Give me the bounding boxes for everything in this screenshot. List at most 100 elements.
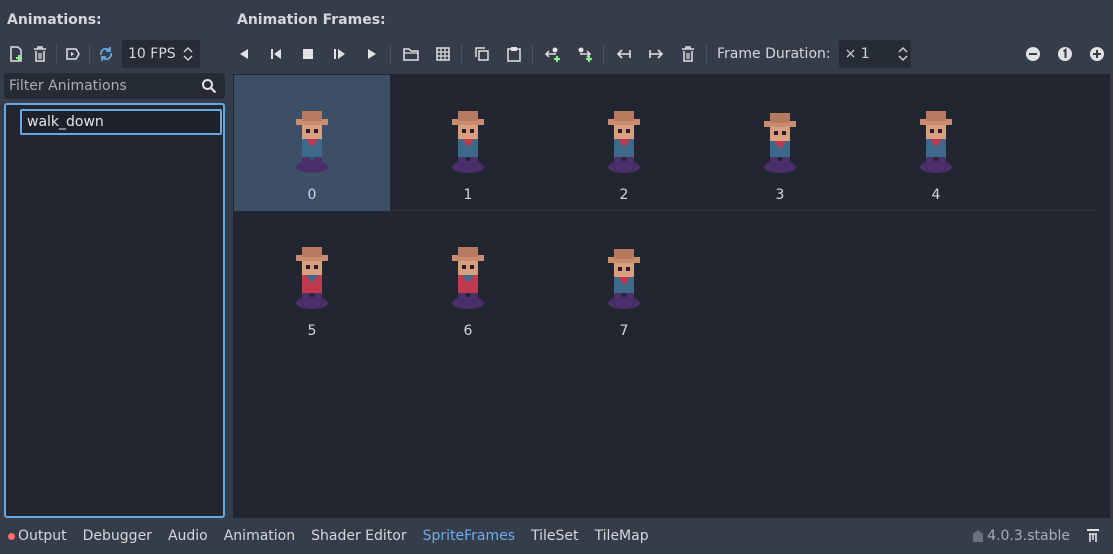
move-frame-left-button[interactable] — [612, 40, 636, 68]
tab-output-label: Output — [18, 528, 67, 544]
zoom-reset-button[interactable] — [1053, 40, 1077, 68]
copy-frame-button[interactable] — [470, 40, 494, 68]
frame-duration-label: Frame Duration: — [717, 46, 831, 62]
frame-index-label: 3 — [775, 187, 785, 203]
version-label[interactable]: 4.0.3.stable — [987, 528, 1070, 544]
toolbar-separator — [56, 44, 57, 64]
sprite-thumbnail-icon — [608, 249, 640, 309]
chevron-up-icon — [898, 46, 908, 53]
play-backwards-icon — [240, 49, 248, 59]
tab-tilemap[interactable]: TileMap — [595, 528, 649, 544]
trash-icon — [34, 46, 46, 62]
toolbar-separator — [89, 44, 90, 64]
toolbar-separator — [390, 44, 391, 64]
sprite-thumbnail-icon — [920, 111, 952, 173]
toolbar-separator — [532, 44, 533, 64]
animation-frames-title: Animation Frames: — [237, 12, 386, 28]
tab-shader-editor[interactable]: Shader Editor — [311, 528, 406, 544]
sprite-thumbnail-icon — [452, 111, 484, 173]
toolbar-separator — [706, 44, 707, 64]
tab-audio[interactable]: Audio — [168, 528, 208, 544]
sprite-thumbnail-icon — [608, 111, 640, 173]
pin-panel-icon[interactable] — [1085, 528, 1101, 544]
frame-duration-spinbox[interactable]: × 1 — [838, 40, 911, 68]
play-button[interactable] — [360, 40, 384, 68]
frame-2[interactable]: 2 — [546, 75, 702, 211]
frame-index-label: 4 — [931, 187, 941, 203]
add-frames-from-sheet-button[interactable] — [431, 40, 455, 68]
stop-button[interactable] — [296, 40, 320, 68]
frame-7[interactable]: 7 — [546, 211, 702, 347]
toolbar-separator — [603, 44, 604, 64]
add-frame-from-file-button[interactable] — [399, 40, 423, 68]
zoom-in-icon — [1090, 47, 1104, 61]
insert-empty-after-button[interactable] — [573, 40, 597, 68]
chevron-up-icon — [183, 46, 193, 53]
paste-icon — [507, 47, 521, 62]
animation-item-walk-down[interactable]: walk_down — [20, 109, 222, 135]
frame-index-label: 1 — [463, 187, 473, 203]
sprite-thumbnail-icon — [296, 111, 328, 173]
move-right-icon — [649, 49, 664, 59]
insert-before-icon — [545, 47, 560, 62]
chevron-down-icon — [183, 55, 193, 62]
move-frame-right-button[interactable] — [644, 40, 668, 68]
play-backwards-button[interactable] — [232, 40, 256, 68]
frame-6[interactable]: 6 — [390, 211, 546, 347]
tab-spriteframes[interactable]: SpriteFrames — [423, 528, 515, 544]
tab-tileset[interactable]: TileSet — [531, 528, 579, 544]
fps-spin-arrows[interactable] — [180, 40, 196, 68]
tab-debugger[interactable]: Debugger — [83, 528, 152, 544]
frame-0[interactable]: 0 — [234, 75, 390, 211]
stop-icon — [303, 49, 313, 59]
animations-list[interactable]: walk_down — [4, 103, 225, 518]
frames-toolbar: Frame Duration: × 1 — [232, 39, 1113, 69]
insert-empty-before-button[interactable] — [541, 40, 565, 68]
new-animation-button[interactable] — [4, 40, 28, 68]
frame-5[interactable]: 5 — [234, 211, 390, 347]
loop-icon — [99, 47, 113, 61]
grid-icon — [436, 47, 450, 61]
frames-grid: 0 1 2 3 4 5 6 7 — [233, 74, 1110, 518]
zoom-in-button[interactable] — [1085, 40, 1109, 68]
delete-animation-button[interactable] — [28, 40, 52, 68]
frame-3[interactable]: 3 — [702, 75, 858, 211]
animations-title: Animations: — [7, 12, 102, 28]
godot-logo-icon — [973, 530, 983, 542]
delete-frame-button[interactable] — [676, 40, 700, 68]
animations-panel: Animations: 10 FPS Filter Animations wal… — [0, 0, 229, 518]
search-icon — [202, 79, 217, 94]
new-file-icon — [10, 46, 22, 62]
copy-icon — [475, 47, 489, 61]
filter-animations-box[interactable] — [4, 73, 225, 99]
tab-output[interactable]: Output — [8, 528, 67, 544]
insert-after-icon — [578, 47, 592, 62]
play-start-backwards-icon — [271, 49, 281, 59]
folder-icon — [403, 48, 419, 61]
spriteframes-editor: Animations: 10 FPS Filter Animations wal… — [0, 0, 1113, 554]
frame-index-label: 5 — [307, 323, 317, 339]
frame-index-label: 0 — [307, 187, 317, 203]
sprite-thumbnail-icon — [764, 113, 796, 173]
fps-spinbox[interactable]: 10 FPS — [122, 40, 200, 68]
output-status-dot — [8, 532, 15, 540]
paste-frame-button[interactable] — [502, 40, 526, 68]
animations-toolbar: 10 FPS — [4, 39, 229, 69]
move-left-icon — [616, 49, 631, 59]
zoom-reset-icon — [1058, 47, 1072, 61]
frame-duration-spin-arrows[interactable] — [895, 40, 911, 68]
chevron-down-icon — [898, 55, 908, 62]
filter-animations-input[interactable] — [9, 78, 199, 94]
frame-1[interactable]: 1 — [390, 75, 546, 211]
loop-button[interactable] — [94, 40, 118, 68]
play-backwards-from-start-button[interactable] — [264, 40, 288, 68]
zoom-out-button[interactable] — [1021, 40, 1045, 68]
autoplay-on-load-button[interactable] — [61, 40, 85, 68]
frame-index-label: 6 — [463, 323, 473, 339]
tab-animation[interactable]: Animation — [224, 528, 295, 544]
play-start-icon — [334, 49, 345, 59]
sprite-thumbnail-icon — [452, 247, 484, 309]
play-from-start-button[interactable] — [328, 40, 352, 68]
frame-index-label: 7 — [619, 323, 629, 339]
frame-4[interactable]: 4 — [858, 75, 1014, 211]
